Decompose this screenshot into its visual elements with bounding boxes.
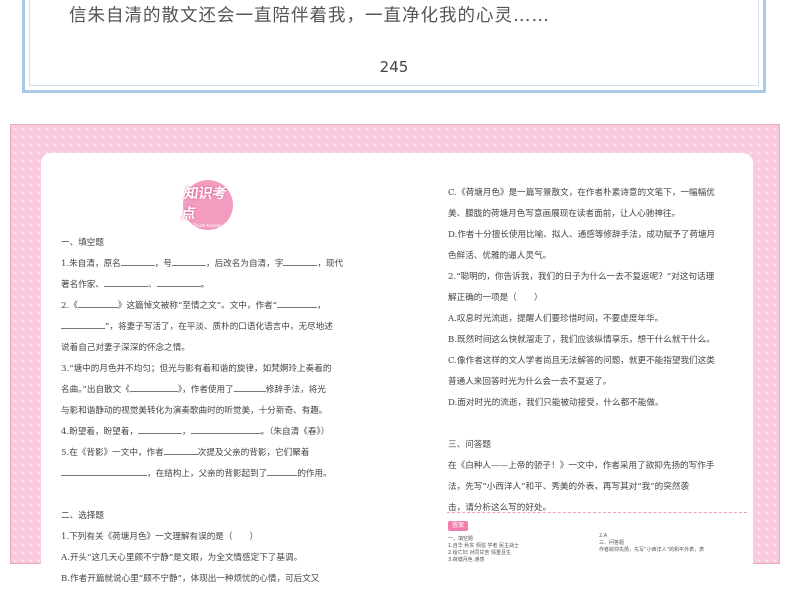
question-2-line-3: 说着自己对妻子深深的怀念之情。 — [61, 343, 190, 353]
question-1-line-1: 1.朱自清，原名 ，号 ，后改名为自清，字 ，现代 — [61, 254, 361, 275]
qa-line-1: 在《白种人——上帝的骄子！》一文中，作者采用了欲抑先扬的写作手 — [448, 461, 715, 471]
qa-line-2: 法，先写“小西洋人”和平、秀美的外表，再写其对“我”的突然袭 — [448, 482, 690, 492]
q2-option-a: A.叹息时光流逝，提醒人们要珍惜时间，不要虚度年华。 — [448, 314, 664, 324]
question-5-line-1: 5.在《背影》一文中，作者 次提及父亲的背影，它们聚着 — [61, 443, 361, 464]
q2-option-c-line-1: C.像作者这样的文人学者尚且无法解答的问题，就更不能指望我们这类 — [448, 356, 715, 366]
badge-title: 知识考点 — [180, 185, 228, 222]
question-2-line-2: ”，将妻子写活了，在平淡、质朴的口语化语言中，无尽地述 — [61, 317, 361, 338]
question-4: 4.盼望着，盼望着，，。（朱自清《春》） — [61, 422, 361, 443]
choice-question-1: 1.下列有关《荷塘月色》一文理解有误的是（ ） — [61, 532, 259, 542]
choice-option-b: B.作者开篇就说心里“颇不宁静”，体现出一种烦忧的心情，可后文又 — [61, 574, 320, 584]
question-3-line-1: 3.“塘中的月色并不均匀；但光与影有着和谐的旋律，如梵婀玲上奏着的 — [61, 364, 332, 374]
paper-sheet: 知识考点 Zhishi Kaodian 一、填空题 1.朱自清，原名 ，号 ，后改名… — [41, 153, 753, 584]
choice-question-2-line-1: 2.“聪明的，你告诉我，我们的日子为什么一去不复返呢？”对这句话理 — [448, 272, 715, 282]
answer-line: 三、问答题 — [599, 540, 625, 546]
answer-line: 3.荷塘月色 通感 — [448, 557, 485, 563]
q2-option-c-line-2: 普通人来回答时光为什么会一去不复返了。 — [448, 377, 612, 387]
section-choice-heading: 二、选择题 — [61, 511, 104, 521]
answer-line: 1.自华 秋实 佩弦 学者 民主战士 — [448, 543, 520, 549]
previous-page: 信朱自清的散文还会一直陪伴着我，一直净化我的心灵…… 245 — [22, 0, 766, 93]
page-number: 245 — [379, 58, 409, 76]
answer-right-column: 2.A 三、问答题 作者欲抑先扬，先写“小西洋人”的和平外表，表 — [599, 533, 704, 554]
answer-line: 2.给亡妇 对同甘苦 情重且生 — [448, 550, 511, 556]
question-3-line-3: 与影和谐静动的视觉美转化为演奏歌曲时的听觉美，十分新奇、有趣。 — [61, 406, 328, 416]
q2-option-d: D.面对时光的流逝，我们只能被动接受，什么都不能做。 — [448, 398, 664, 408]
option-c-line-2: 美、朦胧的荷塘月色写意画展现在读者面前，让人心驰神往。 — [448, 209, 681, 219]
section-fill-blank-heading: 一、填空题 — [61, 238, 104, 248]
answer-left-column: 一、填空题 1.自华 秋实 佩弦 学者 民主战士 2.给亡妇 对同甘苦 情重且生… — [448, 536, 519, 564]
option-d-line-1: D.作者十分擅长使用比喻、拟人、通感等修辞手法，成功赋予了荷塘月 — [448, 230, 716, 240]
badge-subtitle: Zhishi Kaodian — [193, 222, 223, 228]
question-3-line-2: 名曲。”出自散文《 》，作者使用了 修辞手法，将光 — [61, 380, 361, 401]
qa-line-3: 击，请分析这么写的好处。 — [448, 503, 552, 513]
answer-line: 一、填空题 — [448, 536, 474, 542]
knowledge-badge: 知识考点 Zhishi Kaodian — [180, 180, 233, 230]
section-qa-heading: 三、问答题 — [448, 440, 491, 450]
knowledge-page: 知识考点 Zhishi Kaodian 一、填空题 1.朱自清，原名 ，号 ，后改名… — [10, 124, 780, 584]
choice-question-2-line-2: 解正确的一项是（ ） — [448, 293, 543, 303]
question-1-line-2: 著名作家、、。 — [61, 275, 361, 296]
answer-line: 作者欲抑先扬，先写“小西洋人”的和平外表，表 — [599, 547, 705, 553]
question-5-line-2: ，在结构上，父亲的背影起到了 的作用。 — [61, 464, 361, 485]
answer-label: 答案 — [448, 521, 468, 531]
answer-divider — [447, 512, 747, 513]
option-c-line-1: C.《荷塘月色》是一篇写景散文，在作者朴素诗意的文笔下，一幅幅优 — [448, 188, 715, 198]
left-column: 一、填空题 1.朱自清，原名 ，号 ，后改名为自清，字 ，现代 著名作家、、。 2.《… — [61, 233, 361, 590]
answer-line: 2.A — [599, 533, 608, 539]
q2-option-b: B.既然时间这么快就溜走了，我们应该纵情享乐，想干什么就干什么。 — [448, 335, 715, 345]
right-column: C.《荷塘月色》是一篇写景散文，在作者朴素诗意的文笔下，一幅幅优 美、朦胧的荷塘… — [448, 183, 738, 519]
choice-option-a: A.开头“这几天心里颇不宁静”是文眼，为全文情感定下了基调。 — [61, 553, 303, 563]
previous-page-text: 信朱自清的散文还会一直陪伴着我，一直净化我的心灵…… — [69, 6, 550, 26]
question-2-line-1: 2.《 》这篇悼文被称“至情之文”。文中，作者“， — [61, 296, 361, 317]
option-d-line-2: 色鲜活、优雅的逼人灵气。 — [448, 251, 552, 261]
